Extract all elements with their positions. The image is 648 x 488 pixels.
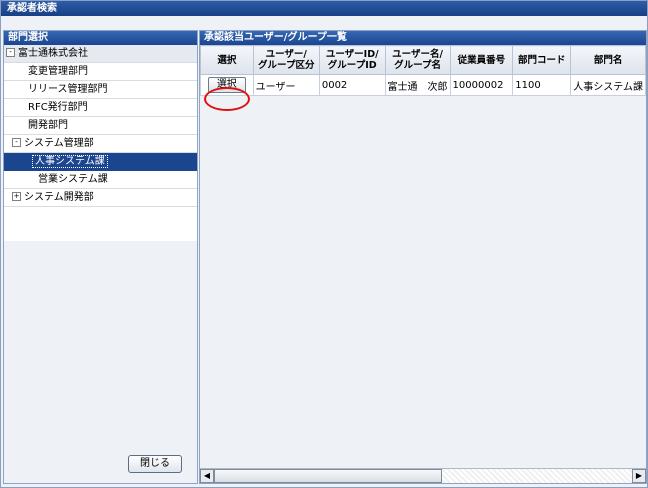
column-header-dept-code: 部門コード bbox=[512, 45, 572, 75]
table-row: 選択 ユーザー 0002 富士通 次郎 10000002 1100 人事システム… bbox=[200, 74, 646, 96]
column-header-id: ユーザーID/グループID bbox=[318, 45, 386, 75]
table-header-row: 選択 ユーザー/グループ区分 ユーザーID/グループID ユーザー名/グループ名… bbox=[200, 45, 646, 75]
expand-icon[interactable]: + bbox=[12, 191, 21, 201]
dept-code-cell: 1100 bbox=[512, 74, 572, 96]
column-header-employee-no: 従業員番号 bbox=[449, 45, 514, 75]
collapse-icon[interactable]: - bbox=[6, 47, 15, 57]
tree-item-sales-system[interactable]: 営業システム課 bbox=[4, 171, 197, 189]
tree-item-change-mgmt[interactable]: 変更管理部門 bbox=[4, 63, 197, 81]
tree-item-label: 富士通株式会社 bbox=[18, 48, 88, 59]
close-button[interactable]: 閉じる bbox=[128, 455, 182, 473]
tree-item-label: 営業システム課 bbox=[38, 174, 108, 185]
tree-empty-area bbox=[4, 241, 197, 483]
employee-no-cell: 10000002 bbox=[449, 74, 514, 96]
user-group-list-pane: 承認該当ユーザー/グループ一覧 選択 ユーザー/グループ区分 ユーザーID/グル… bbox=[199, 30, 647, 484]
column-header-name: ユーザー名/グループ名 bbox=[384, 45, 451, 75]
user-group-table: 選択 ユーザー/グループ区分 ユーザーID/グループID ユーザー名/グループ名… bbox=[200, 45, 646, 96]
tree-item-hr-system[interactable]: 人事システム課 bbox=[4, 153, 197, 171]
scroll-right-icon[interactable]: ▶ bbox=[632, 469, 646, 483]
tree-item-label: 変更管理部門 bbox=[28, 66, 88, 77]
dept-name-cell: 人事システム課 bbox=[570, 74, 646, 96]
tree-item-label: 人事システム課 bbox=[32, 155, 108, 168]
tree-item-label: システム管理部 bbox=[24, 138, 94, 149]
tree-item-fujitsu[interactable]: - 富士通株式会社 bbox=[4, 45, 197, 63]
department-pane-header: 部門選択 bbox=[4, 31, 197, 45]
scrollbar-thumb[interactable] bbox=[214, 469, 442, 483]
collapse-icon[interactable]: - bbox=[12, 137, 21, 147]
department-selection-pane: 部門選択 - 富士通株式会社 変更管理部門 リリース管理部門 RFC発行部門 開発… bbox=[3, 30, 198, 484]
highlight-circle bbox=[204, 87, 250, 111]
window-content: 部門選択 - 富士通株式会社 変更管理部門 リリース管理部門 RFC発行部門 開発… bbox=[1, 16, 647, 487]
tree-item-system-mgmt[interactable]: - システム管理部 bbox=[4, 135, 197, 153]
name-cell: 富士通 次郎 bbox=[384, 74, 451, 96]
tree-item-system-dev[interactable]: + システム開発部 bbox=[4, 189, 197, 207]
tree-item-development[interactable]: 開発部門 bbox=[4, 117, 197, 135]
column-header-type: ユーザー/グループ区分 bbox=[252, 45, 320, 75]
tree-item-release-mgmt[interactable]: リリース管理部門 bbox=[4, 81, 197, 99]
column-header-dept-name: 部門名 bbox=[570, 45, 646, 75]
window-title: 承認者検索 bbox=[1, 1, 647, 16]
horizontal-scrollbar[interactable]: ◀ ▶ bbox=[200, 468, 646, 483]
tree-item-label: システム開発部 bbox=[24, 192, 94, 203]
tree-item-label: RFC発行部門 bbox=[28, 102, 88, 113]
column-header-select: 選択 bbox=[200, 45, 254, 75]
approver-search-window: 承認者検索 部門選択 - 富士通株式会社 変更管理部門 リリース管理部門 RFC発… bbox=[0, 0, 648, 488]
department-tree: - 富士通株式会社 変更管理部門 リリース管理部門 RFC発行部門 開発部門 -シ… bbox=[4, 45, 197, 207]
tree-item-label: 開発部門 bbox=[28, 120, 68, 131]
tree-item-rfc[interactable]: RFC発行部門 bbox=[4, 99, 197, 117]
tree-item-label: リリース管理部門 bbox=[28, 84, 108, 95]
scroll-left-icon[interactable]: ◀ bbox=[200, 469, 214, 483]
id-cell: 0002 bbox=[318, 74, 386, 96]
type-cell: ユーザー bbox=[252, 74, 320, 96]
list-pane-header: 承認該当ユーザー/グループ一覧 bbox=[200, 31, 646, 45]
